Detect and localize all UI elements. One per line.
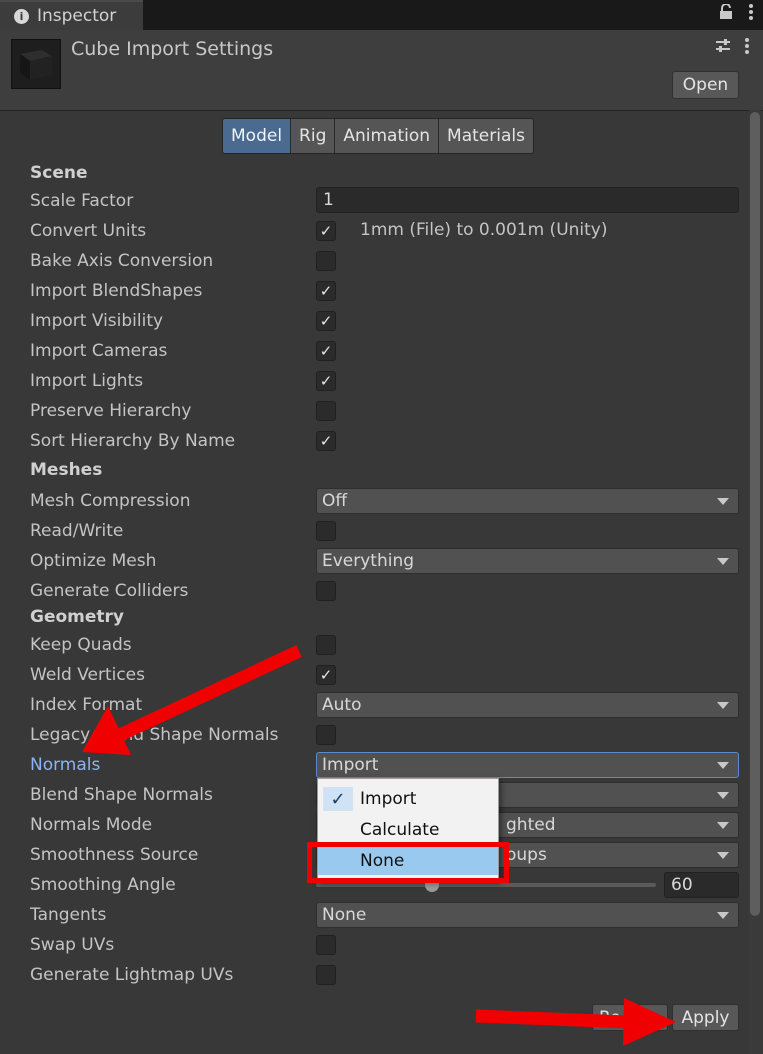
annotation-arrows (82, 645, 676, 1046)
annotation-arrow-normals (82, 645, 302, 755)
annotation-arrow-apply (475, 998, 676, 1046)
